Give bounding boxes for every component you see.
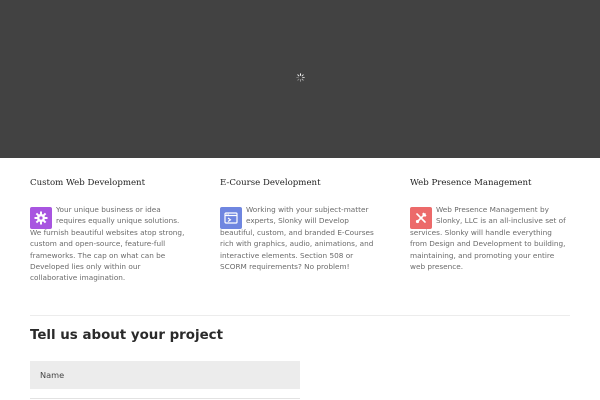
spinner-icon [296, 73, 305, 82]
next-field-edge [30, 398, 300, 399]
services-section: Custom Web Development Your unique busin… [0, 158, 600, 318]
name-input[interactable] [30, 361, 300, 389]
service-title: Custom Web Development [30, 178, 146, 188]
section-divider [30, 315, 570, 316]
service-title: E-Course Development [220, 178, 321, 188]
service-description: Your unique business or idea requires eq… [30, 205, 185, 283]
service-description: Web Presence Management by Slonky, LLC i… [410, 205, 566, 272]
service-description: Working with your subject-matter experts… [220, 205, 374, 272]
hero-banner [0, 0, 600, 158]
service-title: Web Presence Management [410, 178, 532, 188]
contact-form-title: Tell us about your project [30, 328, 223, 343]
